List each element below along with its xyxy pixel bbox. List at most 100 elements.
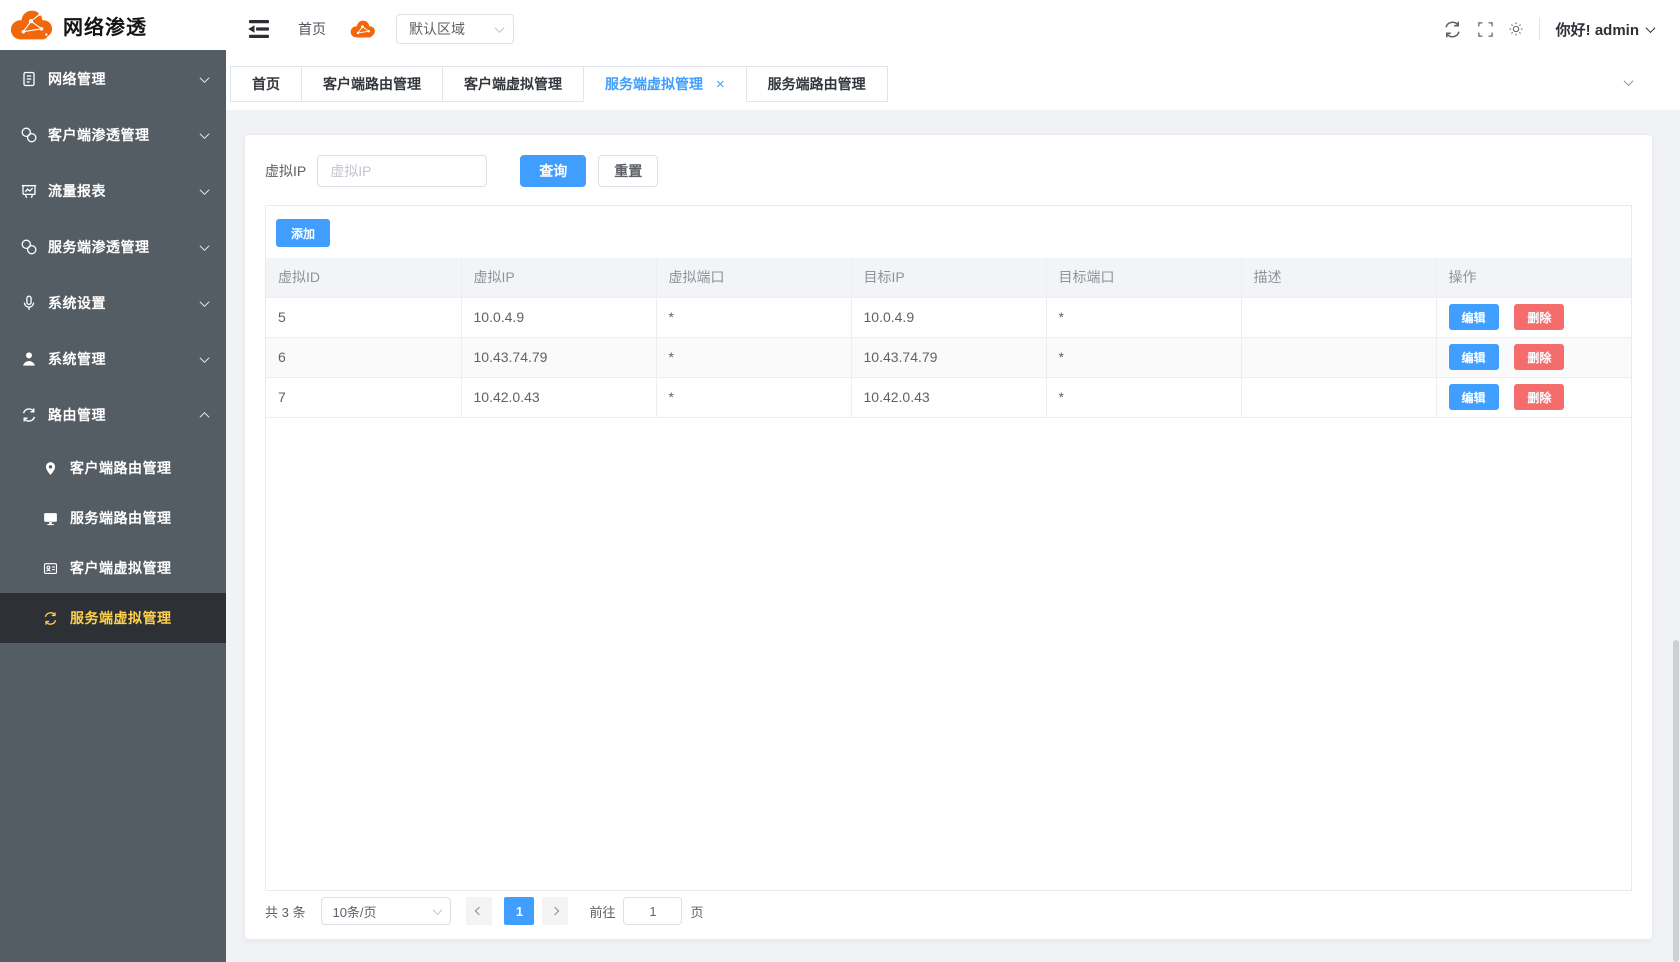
table-row: 5 10.0.4.9 * 10.0.4.9 * 编辑 删除 <box>266 297 1631 337</box>
sidebar-item-label: 服务端渗透管理 <box>48 237 201 257</box>
tab-client-virtual-management[interactable]: 客户端虚拟管理 <box>442 66 584 102</box>
add-button[interactable]: 添加 <box>276 219 330 247</box>
tab-close-icon[interactable]: × <box>716 76 725 93</box>
cell-description <box>1241 337 1436 377</box>
sidebar-subitem-client-route-management[interactable]: 客户端路由管理 <box>0 443 226 493</box>
chevron-down-icon <box>1646 23 1656 33</box>
next-page-button[interactable] <box>542 897 568 925</box>
fullscreen-button[interactable] <box>1478 22 1493 37</box>
virtual-ip-input[interactable] <box>317 155 487 187</box>
col-actions: 操作 <box>1436 258 1631 297</box>
link-icon <box>21 127 37 143</box>
cell-virtual-ip: 10.0.4.9 <box>461 297 656 337</box>
virtual-route-table: 虚拟ID 虚拟IP 虚拟端口 目标IP 目标端口 描述 操作 5 10.0.4. <box>266 258 1631 418</box>
tab-label: 服务端虚拟管理 <box>605 76 703 92</box>
sidebar-item-server-pentest-management[interactable]: 服务端渗透管理 <box>0 219 226 275</box>
sidebar-subitem-server-route-management[interactable]: 服务端路由管理 <box>0 493 226 543</box>
chevron-down-icon <box>433 905 443 915</box>
edit-button[interactable]: 编辑 <box>1449 384 1499 410</box>
cell-actions: 编辑 删除 <box>1436 377 1631 417</box>
theme-sun-button[interactable] <box>1509 22 1523 36</box>
tab-server-virtual-management[interactable]: 服务端虚拟管理 × <box>583 66 747 102</box>
monitor-icon <box>43 511 58 526</box>
refresh-button[interactable] <box>1443 20 1462 39</box>
tab-client-route-management[interactable]: 客户端路由管理 <box>301 66 443 102</box>
sidebar-subitem-server-virtual-management[interactable]: 服务端虚拟管理 <box>0 593 226 643</box>
col-target-port: 目标端口 <box>1046 258 1241 297</box>
sidebar-item-label: 网络管理 <box>48 69 201 89</box>
navbar-actions: 你好! admin <box>1443 18 1654 40</box>
table-header-row: 虚拟ID 虚拟IP 虚拟端口 目标IP 目标端口 描述 操作 <box>266 258 1631 297</box>
col-virtual-port: 虚拟端口 <box>656 258 851 297</box>
cell-description <box>1241 377 1436 417</box>
tab-label: 客户端路由管理 <box>323 76 421 92</box>
search-form: 虚拟IP 查询 重置 <box>265 155 1632 187</box>
tab-label: 首页 <box>252 76 280 92</box>
cell-virtual-id: 7 <box>266 377 461 417</box>
table-panel: 添加 虚拟ID 虚拟IP 虚拟端口 目标IP 目标端口 描述 操作 <box>265 205 1632 891</box>
edit-button[interactable]: 编辑 <box>1449 344 1499 370</box>
chevron-down-icon <box>200 353 210 363</box>
tab-home[interactable]: 首页 <box>230 66 302 102</box>
pagination-total: 共 3 条 <box>265 902 305 921</box>
cell-description <box>1241 297 1436 337</box>
sidebar-item-system-settings[interactable]: 系统设置 <box>0 275 226 331</box>
sidebar-item-label: 流量报表 <box>48 181 201 201</box>
chevron-down-icon <box>200 129 210 139</box>
sidebar-subitem-label: 客户端路由管理 <box>70 458 172 478</box>
region-select[interactable]: 默认区域 <box>396 14 514 44</box>
cell-virtual-ip: 10.43.74.79 <box>461 337 656 377</box>
tab-server-route-management[interactable]: 服务端路由管理 <box>746 66 888 102</box>
chevron-down-icon <box>200 185 210 195</box>
cloud-status-icon <box>349 19 376 39</box>
cell-actions: 编辑 删除 <box>1436 297 1631 337</box>
sidebar-menu: 网络管理 客户端渗透管理 流量报表 服务端渗透管理 <box>0 50 226 643</box>
sidebar-subitem-label: 服务端虚拟管理 <box>70 608 172 628</box>
cell-target-port: * <box>1046 337 1241 377</box>
logo-cloud-icon <box>8 8 54 42</box>
breadcrumb[interactable]: 首页 <box>298 19 326 39</box>
sidebar-item-network-management[interactable]: 网络管理 <box>0 51 226 107</box>
cell-target-ip: 10.43.74.79 <box>851 337 1046 377</box>
cell-virtual-id: 5 <box>266 297 461 337</box>
logo[interactable]: 网络渗透 <box>0 0 226 50</box>
delete-button[interactable]: 删除 <box>1514 344 1564 370</box>
sidebar-subitem-client-virtual-management[interactable]: 客户端虚拟管理 <box>0 543 226 593</box>
delete-button[interactable]: 删除 <box>1514 304 1564 330</box>
sidebar-item-client-pentest-management[interactable]: 客户端渗透管理 <box>0 107 226 163</box>
goto-page-input[interactable] <box>623 897 682 925</box>
reset-button[interactable]: 重置 <box>598 155 658 187</box>
tab-label: 客户端虚拟管理 <box>464 76 562 92</box>
sidebar-collapse-icon[interactable] <box>246 18 272 40</box>
chevron-right-icon <box>551 907 559 915</box>
edit-button[interactable]: 编辑 <box>1449 304 1499 330</box>
page-size-select[interactable]: 10条/页 <box>321 897 451 925</box>
region-select-value: 默认区域 <box>409 19 496 39</box>
divider <box>1539 18 1540 40</box>
query-button[interactable]: 查询 <box>520 155 586 187</box>
sidebar-item-traffic-report[interactable]: 流量报表 <box>0 163 226 219</box>
tab-bar-dropdown-icon[interactable] <box>1624 76 1634 86</box>
col-target-ip: 目标IP <box>851 258 1046 297</box>
table-row: 6 10.43.74.79 * 10.43.74.79 * 编辑 删除 <box>266 337 1631 377</box>
user-dropdown[interactable]: 你好! admin <box>1556 19 1654 40</box>
cell-virtual-id: 6 <box>266 337 461 377</box>
location-pin-icon <box>43 461 58 476</box>
sidebar-item-label: 路由管理 <box>48 405 201 425</box>
refresh-icon <box>21 407 37 423</box>
cell-virtual-port: * <box>656 337 851 377</box>
cell-actions: 编辑 删除 <box>1436 337 1631 377</box>
user-greeting: 你好! admin <box>1556 19 1639 40</box>
sidebar-item-label: 系统设置 <box>48 293 201 313</box>
prev-page-button[interactable] <box>466 897 492 925</box>
page-number-1[interactable]: 1 <box>504 897 534 925</box>
scrollbar-thumb[interactable] <box>1673 640 1679 962</box>
col-virtual-ip: 虚拟IP <box>461 258 656 297</box>
delete-button[interactable]: 删除 <box>1514 384 1564 410</box>
sidebar-item-system-management[interactable]: 系统管理 <box>0 331 226 387</box>
page-unit-label: 页 <box>690 902 703 921</box>
goto-label: 前往 <box>589 902 615 921</box>
microphone-icon <box>21 295 37 311</box>
chevron-down-icon <box>200 297 210 307</box>
sidebar-item-route-management[interactable]: 路由管理 <box>0 387 226 443</box>
